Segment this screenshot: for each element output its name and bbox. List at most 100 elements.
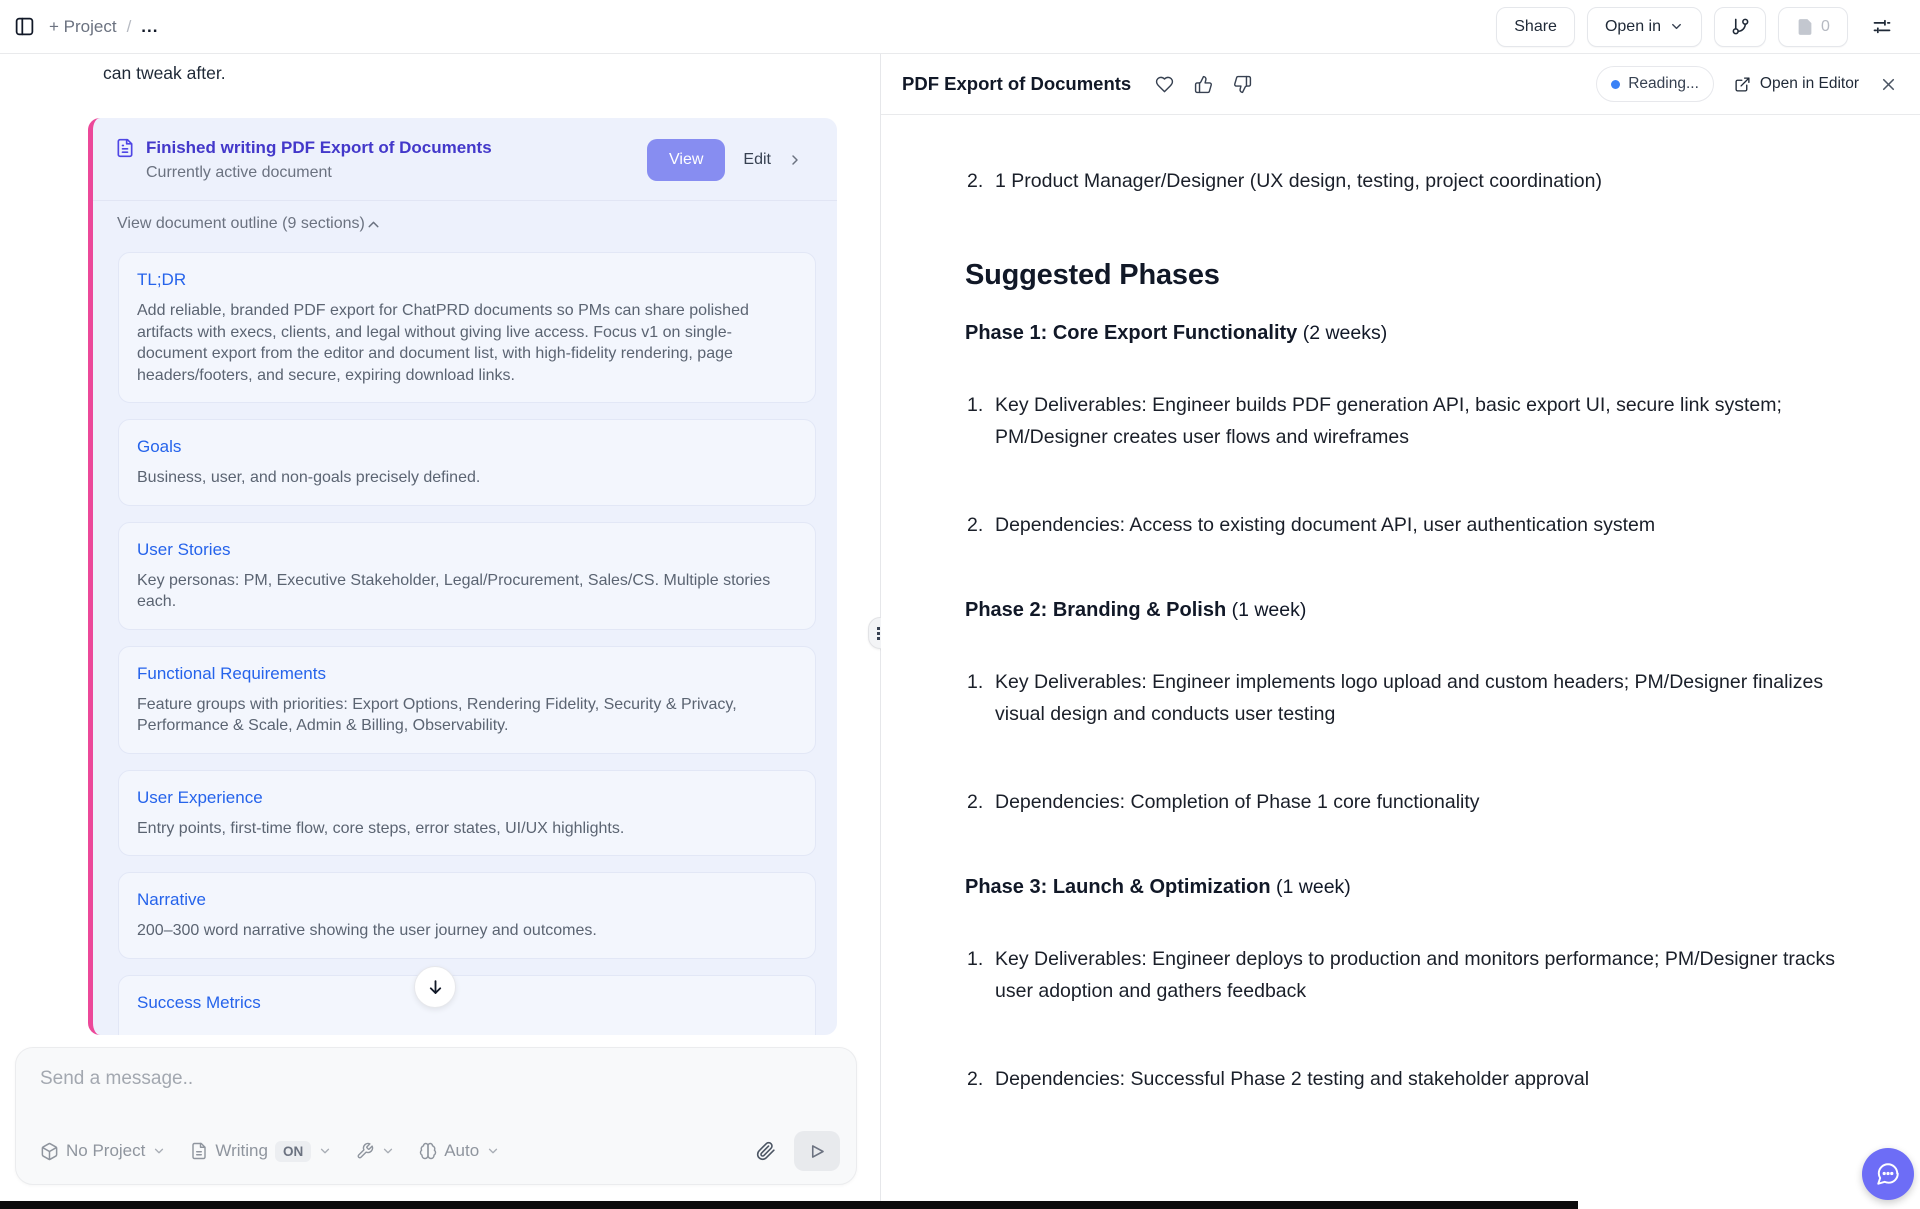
thumbs-up-icon — [1194, 75, 1213, 94]
send-message-button[interactable] — [794, 1131, 840, 1171]
outline-section-card[interactable]: Goals Business, user, and non-goals prec… — [118, 419, 816, 506]
scroll-to-bottom-button[interactable] — [414, 966, 456, 1008]
open-in-label: Open in — [1605, 18, 1661, 36]
project-selector-label: No Project — [66, 1141, 145, 1161]
open-in-button[interactable]: Open in — [1587, 7, 1702, 47]
open-in-editor-label: Open in Editor — [1760, 75, 1859, 93]
outline-section-list: TL;DR Add reliable, branded PDF export f… — [93, 246, 837, 1035]
brain-icon — [419, 1142, 437, 1160]
document-title: PDF Export of Documents — [902, 73, 1131, 95]
outline-section-card[interactable]: User Experience Entry points, first-time… — [118, 770, 816, 857]
view-document-button[interactable]: View — [647, 139, 725, 181]
phase-block: Phase 3: Launch & Optimization (1 week) … — [965, 876, 1840, 1095]
active-document-block: Finished writing PDF Export of Documents… — [88, 118, 837, 1035]
outline-section-card[interactable]: TL;DR Add reliable, branded PDF export f… — [118, 252, 816, 403]
section-description: Feature groups with priorities: Export O… — [137, 694, 797, 737]
chevron-down-icon — [1669, 19, 1684, 34]
outline-section-card[interactable]: User Stories Key personas: PM, Executive… — [118, 522, 816, 630]
support-chat-button[interactable] — [1862, 1148, 1914, 1200]
phase-block: Phase 2: Branding & Polish (1 week) 1. K… — [965, 599, 1840, 818]
phase-duration: (1 week) — [1271, 876, 1351, 898]
attach-file-button[interactable] — [756, 1141, 776, 1161]
list-item-text: 1 Product Manager/Designer (UX design, t… — [995, 165, 1840, 197]
close-icon — [1879, 75, 1898, 94]
outline-section-card[interactable]: Narrative 200–300 word narrative showing… — [118, 872, 816, 959]
outline-toggle-label: View document outline (9 sections) — [117, 215, 365, 233]
phase-title-text: Phase 1: Core Export Functionality — [965, 322, 1297, 344]
list-item-text: Dependencies: Access to existing documen… — [995, 509, 1840, 541]
phase-title: Phase 1: Core Export Functionality (2 we… — [965, 322, 1840, 345]
project-selector[interactable]: No Project — [40, 1141, 166, 1161]
document-list-item: 1. Key Deliverables: Engineer deploys to… — [965, 943, 1840, 1007]
tools-selector[interactable] — [356, 1142, 395, 1160]
branch-button[interactable] — [1714, 7, 1766, 47]
wrench-icon — [356, 1142, 374, 1160]
arrow-down-icon — [426, 978, 445, 997]
chat-bubble-icon — [1875, 1161, 1901, 1187]
document-list-item: 2. 1 Product Manager/Designer (UX design… — [965, 165, 1840, 197]
share-button[interactable]: Share — [1496, 7, 1575, 47]
phase-title-text: Phase 2: Branding & Polish — [965, 599, 1226, 621]
list-item-text: Dependencies: Completion of Phase 1 core… — [995, 786, 1840, 818]
list-item-number: 2. — [965, 786, 995, 818]
outline-section-card[interactable]: Success Metrics — [118, 975, 816, 1036]
section-title: User Stories — [137, 540, 797, 560]
model-selector-label: Auto — [444, 1141, 479, 1161]
document-list-item: 1. Key Deliverables: Engineer implements… — [965, 666, 1840, 730]
phase-duration: (2 weeks) — [1297, 322, 1387, 344]
list-item-text: Dependencies: Successful Phase 2 testing… — [995, 1063, 1840, 1095]
composer-toolbar: No Project Writing ON — [40, 1131, 840, 1171]
favorite-button[interactable] — [1155, 75, 1174, 94]
edit-document-button[interactable]: Edit — [731, 139, 815, 181]
status-dot-icon — [1611, 80, 1620, 89]
open-in-editor-button[interactable]: Open in Editor — [1734, 75, 1859, 93]
chevron-right-icon — [787, 152, 803, 168]
file-icon — [1796, 18, 1814, 36]
git-branch-icon — [1731, 17, 1750, 36]
breadcrumb-new-project[interactable]: + Project — [49, 17, 117, 37]
thumbs-up-button[interactable] — [1194, 75, 1213, 94]
documents-count-button[interactable]: 0 — [1778, 7, 1848, 47]
document-panel-header: PDF Export of Documents — [881, 54, 1920, 115]
model-selector[interactable]: Auto — [419, 1141, 500, 1161]
phase-title-text: Phase 3: Launch & Optimization — [965, 876, 1271, 898]
heart-icon — [1155, 75, 1174, 94]
topbar: + Project / ... Share Open in — [0, 0, 1920, 54]
share-button-label: Share — [1514, 18, 1557, 36]
chevron-up-icon — [365, 216, 382, 233]
writing-mode-label: Writing — [215, 1141, 268, 1161]
chevron-down-icon — [318, 1144, 332, 1158]
breadcrumb-more[interactable]: ... — [141, 17, 158, 37]
list-item-number: 2. — [965, 1063, 995, 1095]
message-input[interactable] — [16, 1048, 856, 1106]
list-item-number: 2. — [965, 509, 995, 541]
document-section-heading: Suggested Phases — [965, 259, 1840, 292]
section-description: Key personas: PM, Executive Stakeholder,… — [137, 570, 797, 613]
document-preview-panel: PDF Export of Documents — [881, 54, 1920, 1209]
close-panel-button[interactable] — [1879, 75, 1898, 94]
writing-mode-toggle[interactable]: Writing ON — [190, 1141, 332, 1162]
section-description: Business, user, and non-goals precisely … — [137, 467, 797, 489]
section-title: User Experience — [137, 788, 797, 808]
preferences-button[interactable] — [1860, 7, 1904, 47]
phase-title: Phase 2: Branding & Polish (1 week) — [965, 599, 1840, 622]
chat-panel: can tweak after. Finished writing PDF Ex… — [0, 54, 880, 1209]
document-list-item: 2. Dependencies: Access to existing docu… — [965, 509, 1840, 541]
list-item-number: 1. — [965, 943, 995, 1007]
sidebar-toggle-button[interactable] — [14, 16, 35, 37]
sliders-icon — [1872, 17, 1892, 37]
phase-title: Phase 3: Launch & Optimization (1 week) — [965, 876, 1840, 899]
document-list-item: 2. Dependencies: Successful Phase 2 test… — [965, 1063, 1840, 1095]
section-title: TL;DR — [137, 270, 797, 290]
section-title: Narrative — [137, 890, 797, 910]
outline-toggle[interactable]: View document outline (9 sections) — [93, 200, 837, 246]
thumbs-down-icon — [1233, 75, 1252, 94]
documents-count: 0 — [1821, 18, 1830, 36]
outline-section-card[interactable]: Functional Requirements Feature groups w… — [118, 646, 816, 754]
thumbs-down-button[interactable] — [1233, 75, 1252, 94]
edit-button-label: Edit — [743, 151, 771, 169]
list-item-number: 2. — [965, 165, 995, 197]
chevron-down-icon — [486, 1144, 500, 1158]
list-item-number: 1. — [965, 666, 995, 730]
status-label: Reading... — [1628, 75, 1699, 93]
